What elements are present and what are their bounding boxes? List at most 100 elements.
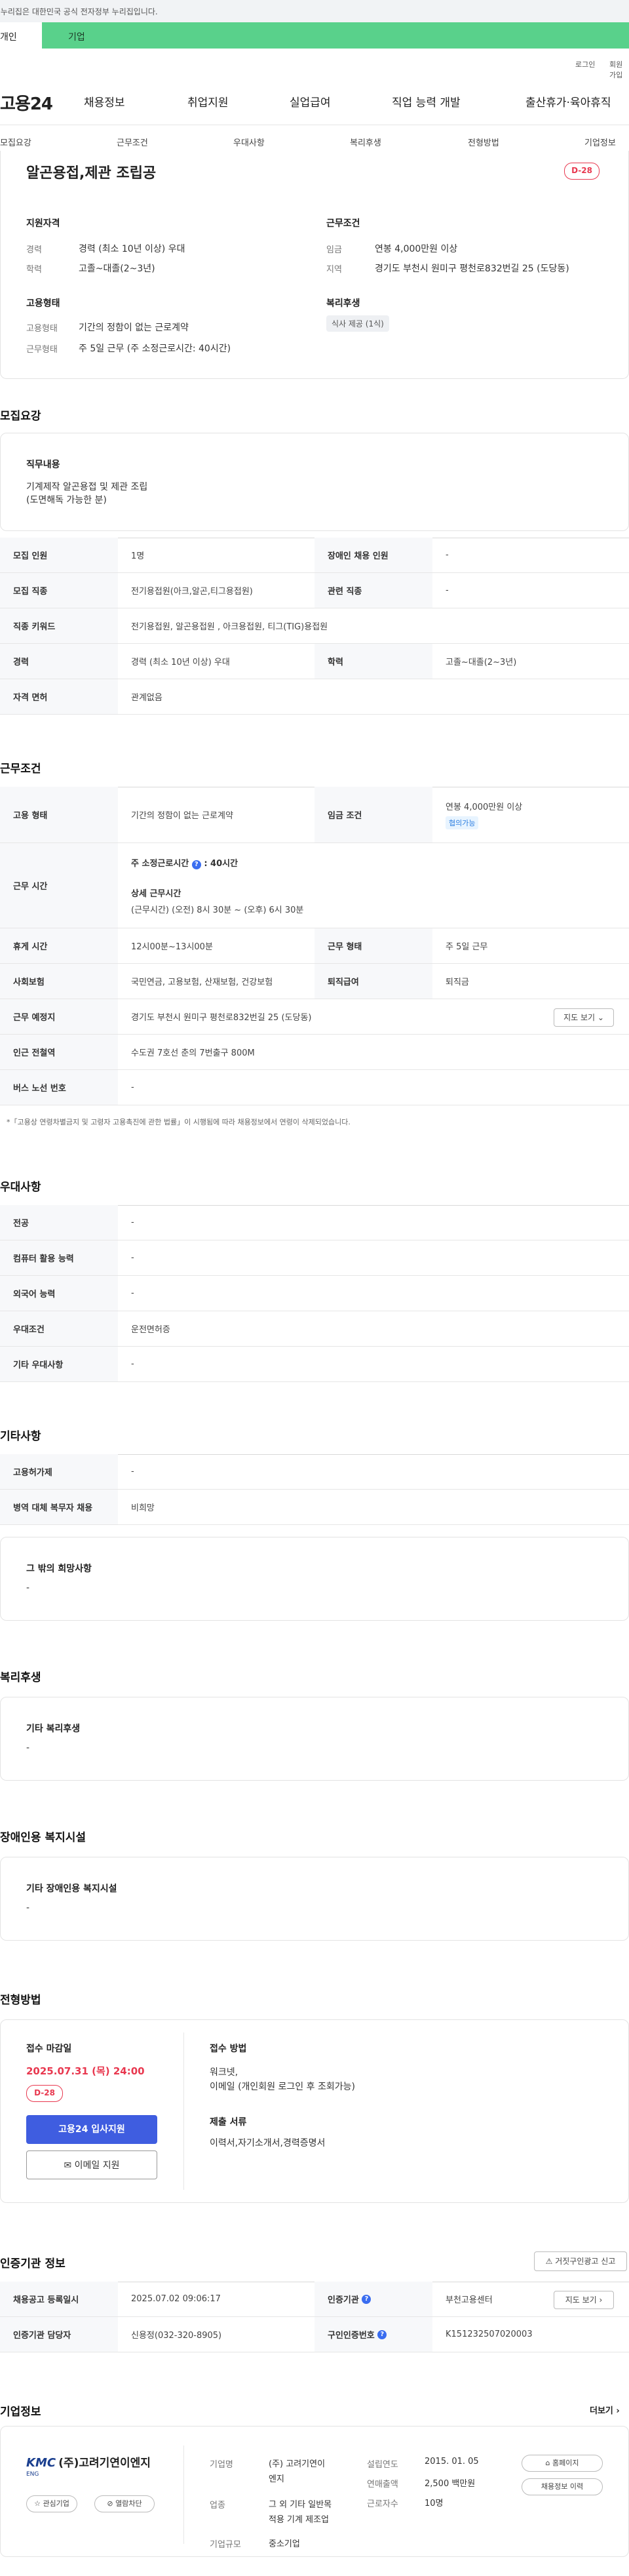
table-row: 휴게 시간 12시00분~13시00분 근무 형태 주 5일 근무 [0,928,629,964]
employees-value: 10명 [425,2499,444,2508]
employment-type-label: 고용형태 [26,324,58,334]
help-icon[interactable]: ? [191,860,201,869]
signup-link[interactable]: 회원가입 [609,59,629,80]
company-divider [183,2446,184,2544]
gnb-jobs[interactable]: 채용정보 [84,93,125,109]
cert-map-button[interactable]: 지도 보기 › [554,2291,614,2309]
disabled-count-header: 장애인 채용 인원 [314,538,432,572]
bus-value: - [131,1082,134,1092]
email-apply-button[interactable]: ✉ 이메일 지원 [26,2150,157,2179]
negotiable-chip: 협의가능 [446,816,479,829]
table-row: 채용공고 등록일시 2025.07.02 09:06:17 인증기관 ? 부천고… [0,2282,629,2317]
table-row: 경력 경력 (최소 10년 이상) 우대 학력 고졸~대졸(2~3년) [0,644,629,679]
wage-cell-value: 연봉 4,000만원 이상 [446,803,523,812]
license-header: 자격 면허 [0,679,118,714]
homepage-button[interactable]: ⌂ 홈페이지 [522,2455,603,2472]
hiring-history-button[interactable]: 채용정보 이력 [522,2478,603,2495]
block-view-label: 열람차단 [115,2499,142,2508]
place-header: 근무 예정지 [0,999,118,1034]
dday-badge: D-28 [564,163,600,180]
work-type-label: 근무형태 [26,345,58,355]
employment-heading: 고용형태 [26,298,60,309]
tab-personal[interactable]: 개인 [0,22,42,49]
gnb-vocational-training[interactable]: 직업 능력 개발 [392,93,461,109]
interest-company-label: 관심기업 [43,2499,69,2508]
report-fake-ad-button[interactable]: ⚠ 거짓구인광고 신고 [534,2251,627,2271]
age-law-note: *「고용상 연령차별금지 및 고령자 고용촉진에 관한 법률」이 시행됨에 따라… [7,1118,351,1126]
company-more-link[interactable]: 더보기 › [590,2404,620,2416]
company-name-label: 기업명 [210,2460,233,2470]
insurance-header: 사회보험 [0,964,118,999]
education-label: 학력 [26,265,42,275]
education-cell: 고졸~대졸(2~3년) [446,658,517,667]
subnav-recruit[interactable]: 모집요강 [0,136,31,148]
established-label: 설립연도 [367,2460,398,2470]
deadline-heading: 접수 마감일 [26,2044,72,2054]
employees-label: 근로자수 [367,2499,398,2509]
method-value-line2: 이메일 (개인회원 로그인 후 조회가능) [210,2082,355,2092]
cert-agency-header-label: 인증기관 [328,2295,359,2305]
license-value: 관계없음 [131,693,162,703]
other-wishes-card [0,1537,629,1621]
station-value: 수도권 7호선 춘의 7번출구 800M [131,1048,255,1058]
table-row: 버스 노선 번호 - [0,1070,629,1105]
warning-icon: ⚠ [545,2257,553,2266]
gnb-unemployment-benefit[interactable]: 실업급여 [290,93,331,109]
employment-type-header: 고용 형태 [0,787,118,842]
other-wishes-value: - [26,1583,30,1593]
major-header: 전공 [0,1205,118,1240]
subnav-company[interactable]: 기업정보 [584,136,616,148]
major-value: - [131,1218,134,1227]
method-heading: 접수 방법 [210,2044,247,2054]
map-view-label: 지도 보기 [563,1013,596,1022]
worktype-value: 주 5일 근무 [446,942,488,952]
site-logo[interactable]: 고용24 [0,90,53,115]
worktype-header: 근무 형태 [314,928,432,963]
subnav-work-conditions[interactable]: 근무조건 [117,136,148,148]
occupation-value: 전기용접원(아크,알곤,티그용접원) [131,587,253,597]
docs-heading: 제출 서류 [210,2117,247,2128]
company-logo: KMC (주)고려기연이엔지 ENG [26,2453,157,2478]
industry-value-line2: 적용 기계 제조업 [269,2515,329,2525]
computer-skill-value: - [131,1253,134,1263]
gnb-employment-support[interactable]: 취업지원 [187,93,229,109]
military-service-header: 병역 대체 복무자 채용 [0,1490,118,1524]
block-view-button[interactable]: ⊘ 열람차단 [94,2495,155,2512]
other-welfare-value: - [26,1743,30,1753]
apply-button[interactable]: 고용24 입사지원 [26,2115,157,2144]
rest-value: 12시00분~13시00분 [131,942,213,952]
interest-company-button[interactable]: ☆ 관심기업 [26,2495,77,2512]
map-view-button[interactable]: 지도 보기 ⌄ [554,1008,614,1027]
wage-value: 연봉 4,000만원 이상 [375,244,458,254]
help-icon[interactable]: ? [377,2329,387,2339]
chevron-right-icon: › [599,2295,603,2305]
welfare-card [0,1697,629,1781]
subnav-welfare[interactable]: 복리후생 [350,136,381,148]
gnb-parental-leave[interactable]: 출산휴가·육아휴직 [525,93,611,109]
wage-header: 임금 조건 [314,787,432,842]
post-date-value: 2025.07.02 09:06:17 [131,2294,221,2304]
weekly-hours: 주 소정근로시간 ? : 40시간 [131,856,238,869]
duty-heading: 직무내용 [26,460,60,470]
education-header: 학력 [314,644,432,679]
gov-notice-text: 이 누리집은 대한민국 공식 전자정부 누리집입니다. [0,7,158,16]
career-label: 경력 [26,245,42,255]
table-row: 병역 대체 복무자 채용 비희망 [0,1490,629,1525]
subnav-preferences[interactable]: 우대사항 [233,136,265,148]
severance-value: 퇴직금 [446,978,469,987]
qualification-heading: 지원자격 [26,218,60,229]
weekly-hours-value: : 40시간 [204,858,238,869]
user-type-tabs: 개인 기업 [0,22,629,49]
cert-number-value: K151232507020003 [446,2329,533,2339]
other-pref-value: - [131,1359,134,1369]
table-row: 사회보험 국민연금, 고용보험, 산재보험, 건강보험 퇴직급여 퇴직금 [0,964,629,999]
company-logo-sub: ENG [26,2471,39,2478]
login-link[interactable]: 로그인 [575,59,595,69]
welfare-heading: 복리후생 [326,298,360,309]
sales-value: 2,500 백만원 [425,2479,476,2489]
subnav-process[interactable]: 전형방법 [468,136,499,148]
process-divider [183,2032,184,2190]
disabled-count-value: - [446,550,449,560]
help-icon[interactable]: ? [362,2294,372,2304]
tab-company[interactable]: 기업 [68,30,85,43]
